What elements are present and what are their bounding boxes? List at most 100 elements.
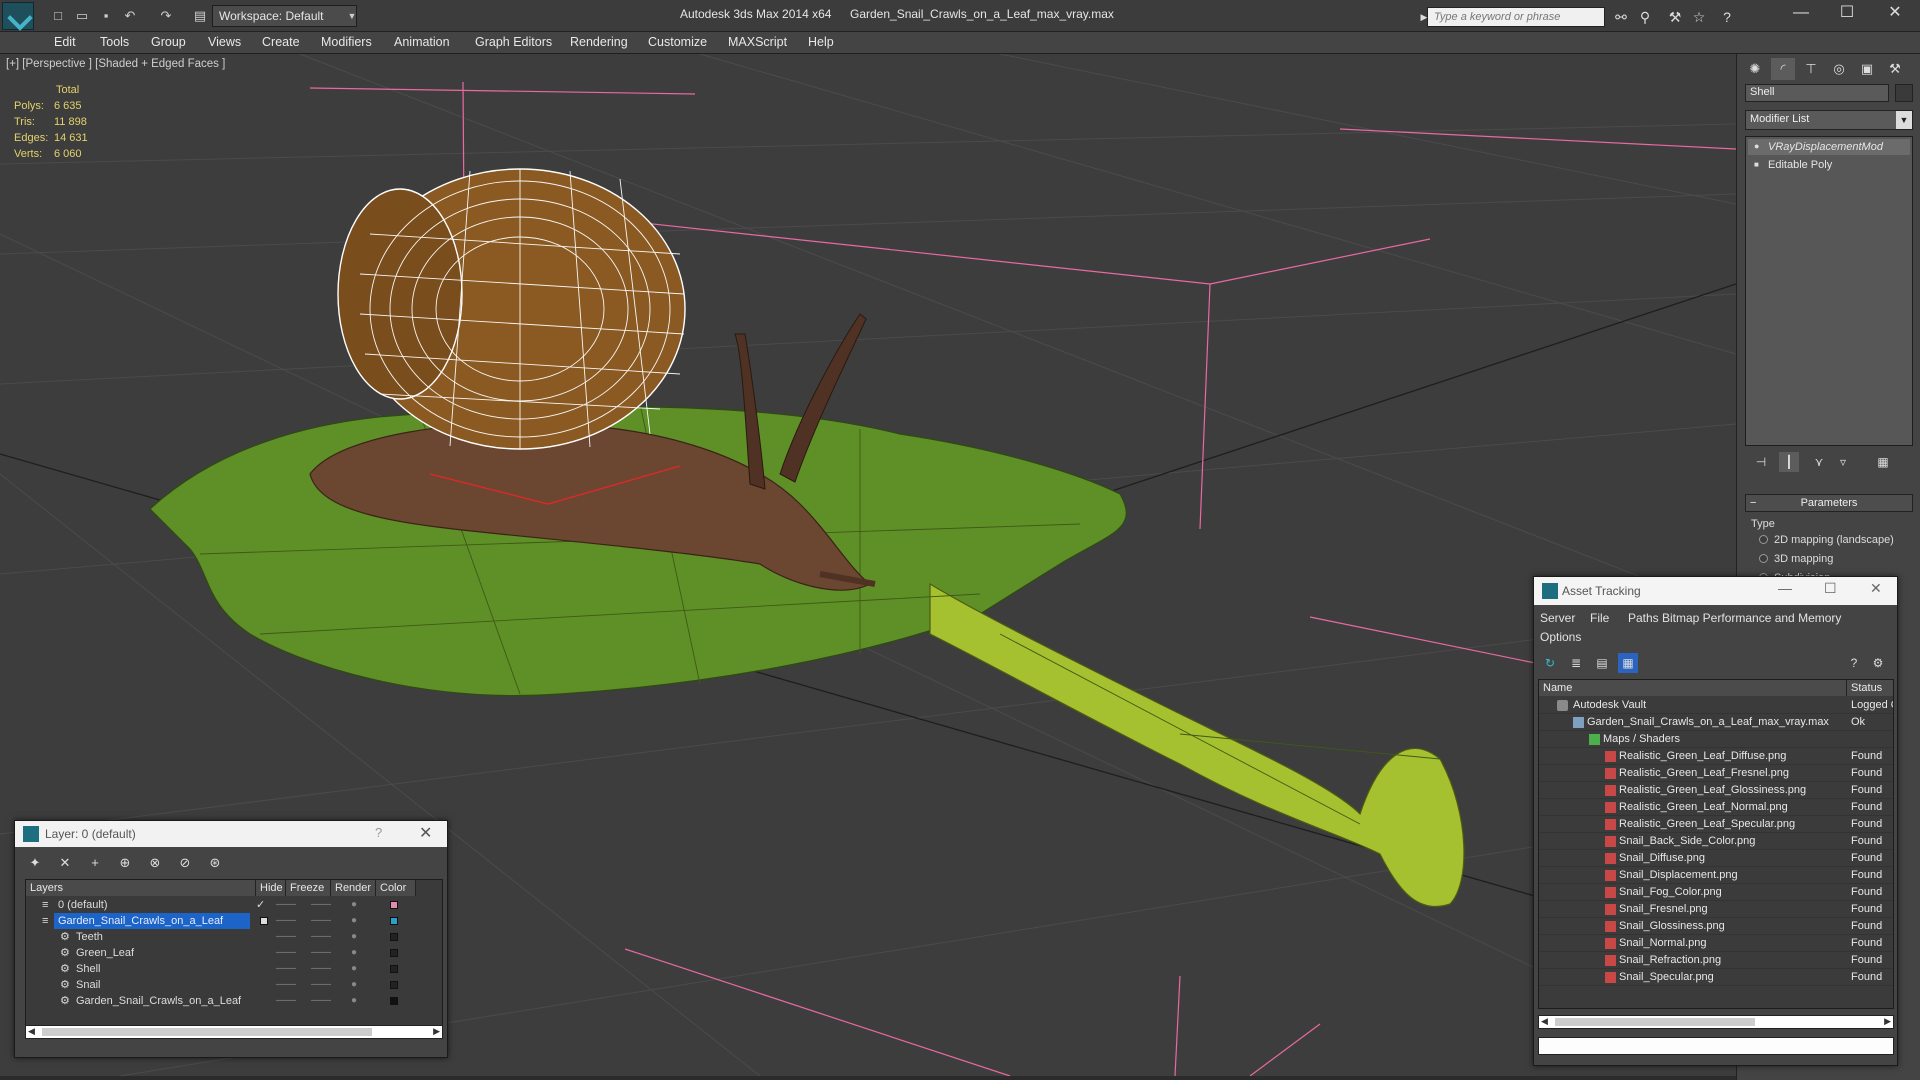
freeze-toggle[interactable]: —— [311, 913, 331, 929]
expand-plus-icon[interactable]: ■ [1754, 160, 1762, 169]
layer-color-swatch[interactable] [390, 917, 398, 925]
asset-name[interactable]: Realistic_Green_Leaf_Specular.png [1619, 816, 1845, 833]
new-file-icon[interactable]: □ [50, 8, 66, 24]
layer-name[interactable]: Garden_Snail_Crawls_on_a_Leaf [76, 993, 241, 1009]
asset-row[interactable]: Snail_Diffuse.png Found [1539, 850, 1893, 867]
asset-window-titlebar[interactable]: Asset Tracking — ☐ ✕ [1534, 577, 1897, 605]
col-header-status[interactable]: Status [1847, 680, 1893, 696]
asset-row[interactable]: Snail_Glossiness.png Found [1539, 918, 1893, 935]
list-view-icon[interactable]: ≣ [1566, 653, 1586, 673]
layer-row[interactable]: ⚙ Shell —— —— ● [26, 961, 442, 977]
render-teapot-icon[interactable]: ● [351, 913, 357, 929]
help-button[interactable]: ? [375, 825, 382, 840]
thumbnail-view-icon[interactable]: ▤ [1592, 653, 1612, 673]
hide-all-layers-icon[interactable]: ⊘ [175, 853, 195, 873]
help-icon[interactable]: ? [1844, 653, 1864, 673]
asset-name[interactable]: Snail_Fog_Color.png [1619, 884, 1845, 901]
menu-modifiers[interactable]: Modifiers [321, 35, 372, 49]
viewport-label[interactable]: [+] [Perspective ] [Shaded + Edged Faces… [6, 58, 225, 70]
menu-group[interactable]: Group [151, 35, 186, 49]
menu-help[interactable]: Help [808, 35, 834, 49]
asset-name[interactable]: Autodesk Vault [1573, 697, 1843, 714]
col-header-freeze[interactable]: Freeze [286, 880, 331, 896]
redo-icon[interactable]: ↷ [158, 8, 174, 24]
hide-toggle[interactable]: —— [276, 993, 296, 1009]
modifier-list-dropdown[interactable]: Modifier List ▼ [1745, 110, 1913, 130]
layer-color-swatch[interactable] [390, 997, 398, 1005]
asset-menu-file[interactable]: File [1590, 611, 1609, 625]
highlight-layer-icon[interactable]: ⊗ [145, 853, 165, 873]
scroll-left-icon[interactable]: ◀ [28, 1026, 35, 1037]
asset-name[interactable]: Snail_Fresnel.png [1619, 901, 1845, 918]
horizontal-scrollbar[interactable]: ◀ ▶ [1538, 1015, 1894, 1029]
minimize-icon[interactable]: — [1778, 580, 1792, 596]
asset-row[interactable]: Snail_Displacement.png Found [1539, 867, 1893, 884]
asset-row[interactable]: Autodesk Vault Logged Out [1539, 697, 1893, 714]
asset-row[interactable]: Snail_Normal.png Found [1539, 935, 1893, 952]
close-icon[interactable]: ✕ [1870, 580, 1882, 597]
configure-sets-icon[interactable]: ▦ [1873, 452, 1893, 472]
asset-row[interactable]: Realistic_Green_Leaf_Fresnel.png Found [1539, 765, 1893, 782]
layer-color-swatch[interactable] [390, 933, 398, 941]
col-header-hide[interactable]: Hide [256, 880, 286, 896]
close-icon[interactable]: ✕ [1872, 0, 1918, 28]
asset-row[interactable]: Snail_Specular.png Found [1539, 969, 1893, 986]
collapse-minus-icon[interactable]: − [1750, 495, 1756, 511]
layer-name[interactable]: 0 (default) [58, 897, 108, 913]
close-icon[interactable]: ✕ [419, 823, 432, 843]
radio-3d-mapping[interactable]: 3D mapping [1759, 553, 1833, 565]
remove-modifier-icon[interactable]: ▿ [1833, 452, 1853, 472]
radio-dot[interactable] [1759, 535, 1768, 544]
col-header-color[interactable]: Color [376, 880, 416, 896]
menu-create[interactable]: Create [262, 35, 300, 49]
asset-row[interactable]: Snail_Fog_Color.png Found [1539, 884, 1893, 901]
layer-color-swatch[interactable] [390, 981, 398, 989]
menu-rendering[interactable]: Rendering [570, 35, 628, 49]
menu-edit[interactable]: Edit [54, 35, 76, 49]
asset-name[interactable]: Snail_Refraction.png [1619, 952, 1845, 969]
connect-icon[interactable]: ⚒ [1666, 8, 1684, 26]
table-view-icon[interactable]: ▦ [1618, 653, 1638, 673]
favorites-star-icon[interactable]: ☆ [1690, 8, 1708, 26]
asset-row[interactable]: Snail_Back_Side_Color.png Found [1539, 833, 1893, 850]
workspace-dropdown[interactable]: Workspace: Default [212, 5, 357, 27]
asset-tracking-window[interactable]: Asset Tracking — ☐ ✕ Server File Paths B… [1533, 576, 1898, 1066]
layer-name[interactable]: Teeth [76, 929, 103, 945]
radio-dot[interactable] [1759, 554, 1768, 563]
asset-row[interactable]: Garden_Snail_Crawls_on_a_Leaf_max_vray.m… [1539, 714, 1893, 731]
radio-2d-mapping[interactable]: 2D mapping (landscape) [1759, 534, 1894, 546]
col-header-name[interactable]: Name [1539, 680, 1847, 696]
layer-name[interactable]: Shell [76, 961, 100, 977]
chevron-down-icon[interactable]: ▼ [1896, 111, 1912, 129]
stack-item-editable-poly[interactable]: ■ Editable Poly [1748, 157, 1910, 173]
hierarchy-tab-icon[interactable]: ⊤ [1799, 58, 1823, 80]
asset-row[interactable]: Maps / Shaders [1539, 731, 1893, 748]
parameters-rollout[interactable]: − Parameters [1745, 494, 1913, 512]
menu-maxscript[interactable]: MAXScript [728, 35, 787, 49]
layer-name[interactable]: Garden_Snail_Crawls_on_a_Leaf [54, 913, 250, 929]
render-teapot-icon[interactable]: ● [351, 993, 357, 1009]
layer-row[interactable]: ⚙ Snail —— —— ● [26, 977, 442, 993]
maximize-icon[interactable]: ☐ [1824, 580, 1837, 597]
asset-row[interactable]: Realistic_Green_Leaf_Normal.png Found [1539, 799, 1893, 816]
maximize-icon[interactable]: ☐ [1824, 0, 1870, 28]
freeze-toggle[interactable]: —— [311, 977, 331, 993]
active-check-icon[interactable]: ✓ [256, 897, 265, 913]
asset-row[interactable]: Snail_Refraction.png Found [1539, 952, 1893, 969]
settings-icon[interactable]: ⚙ [1868, 653, 1888, 673]
add-to-layer-icon[interactable]: + [85, 853, 105, 873]
lightbulb-icon[interactable]: ● [1754, 142, 1762, 151]
scroll-left-icon[interactable]: ◀ [1541, 1016, 1548, 1027]
asset-name[interactable]: Garden_Snail_Crawls_on_a_Leaf_max_vray.m… [1587, 714, 1845, 731]
menu-graph-editors[interactable]: Graph Editors [475, 35, 552, 49]
layer-name[interactable]: Green_Leaf [76, 945, 134, 961]
app-logo-icon[interactable] [2, 2, 34, 30]
scroll-thumb[interactable] [1555, 1018, 1755, 1026]
menu-tools[interactable]: Tools [100, 35, 129, 49]
layer-row[interactable]: ⚙ Garden_Snail_Crawls_on_a_Leaf —— —— ● [26, 993, 442, 1009]
asset-name[interactable]: Maps / Shaders [1603, 731, 1843, 748]
asset-menu-options[interactable]: Options [1540, 630, 1581, 644]
motion-tab-icon[interactable]: ◎ [1827, 58, 1851, 80]
layer-row[interactable]: ⚙ Teeth —— —— ● [26, 929, 442, 945]
asset-row[interactable]: Realistic_Green_Leaf_Diffuse.png Found [1539, 748, 1893, 765]
